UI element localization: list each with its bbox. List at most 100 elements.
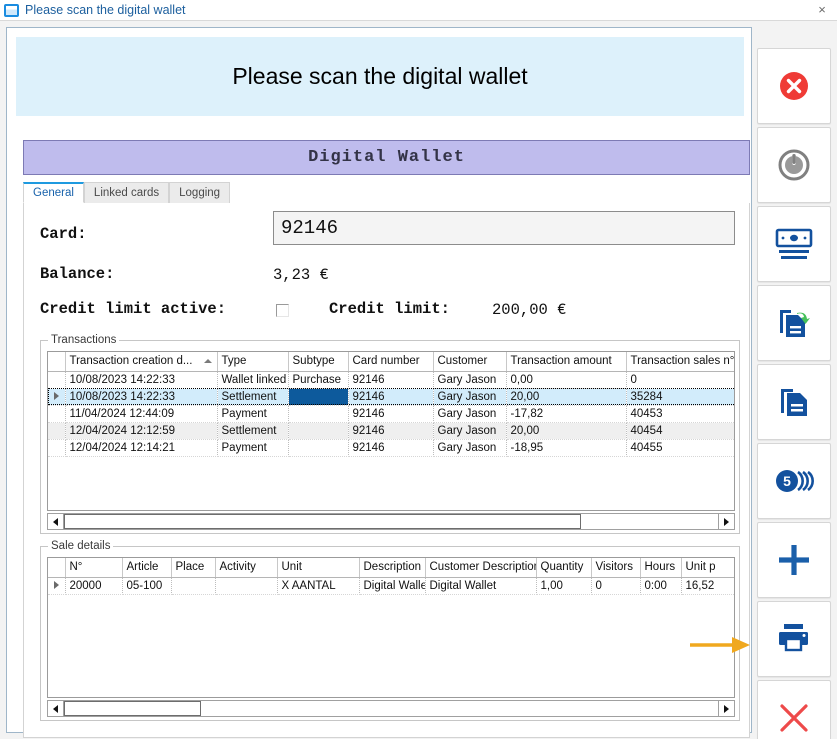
transactions-scroll-thumb[interactable] <box>64 514 581 529</box>
transactions-row[interactable]: 12/04/2024 12:12:59 Settlement 92146 Gary J… <box>48 422 734 440</box>
transactions-cell[interactable]: -17,82 <box>506 405 627 423</box>
transactions-cell[interactable]: Wallet linked <box>217 371 289 389</box>
transactions-cell[interactable]: 20,00 <box>506 388 627 406</box>
transactions-column-header[interactable]: Transaction creation d... <box>65 352 218 372</box>
transactions-cell[interactable]: 0 <box>626 371 734 389</box>
transactions-cell[interactable]: 40454 <box>626 422 734 440</box>
sale-details-cell[interactable] <box>215 577 278 595</box>
transactions-cell[interactable]: Settlement <box>217 388 289 406</box>
transactions-grid[interactable]: Transaction creation d... Type Subtype Card… <box>47 351 735 511</box>
transactions-cell[interactable]: 92146 <box>348 371 434 389</box>
sale-details-column-header[interactable]: Unit <box>277 558 360 578</box>
transactions-cell[interactable]: Gary Jason <box>433 439 507 457</box>
sale-details-cell[interactable]: 16,52 <box>681 577 734 595</box>
transactions-cell[interactable]: Payment <box>217 405 289 423</box>
transactions-row-marker[interactable] <box>48 371 66 389</box>
transactions-column-header[interactable]: Type <box>217 352 289 372</box>
sale-details-cell[interactable]: 20000 <box>65 577 123 595</box>
sale-details-scroll-left-button[interactable] <box>48 701 64 716</box>
loyalty-points-button[interactable]: 5 <box>757 443 831 519</box>
transactions-cell[interactable]: Payment <box>217 439 289 457</box>
transactions-cell[interactable]: Gary Jason <box>433 422 507 440</box>
transactions-cell[interactable]: 0,00 <box>506 371 627 389</box>
transactions-row[interactable]: 10/08/2023 14:22:33 Settlement 92146 Gary J… <box>48 388 734 406</box>
power-button[interactable] <box>757 127 831 203</box>
window-close-button[interactable]: × <box>813 2 831 18</box>
transactions-cell[interactable]: Gary Jason <box>433 405 507 423</box>
transactions-row[interactable]: 10/08/2023 14:22:33 Wallet linked Purchase… <box>48 371 734 389</box>
transactions-cell[interactable] <box>288 422 349 440</box>
transactions-row[interactable]: 11/04/2024 12:44:09 Payment 92146 Gary Jaso… <box>48 405 734 423</box>
transactions-cell[interactable] <box>288 388 349 406</box>
transactions-cell[interactable]: 92146 <box>348 388 434 406</box>
sale-details-scroll-track[interactable] <box>64 701 718 716</box>
transactions-scroll-left-button[interactable] <box>48 514 64 529</box>
transactions-row-marker[interactable] <box>48 388 66 406</box>
sale-details-row-marker[interactable] <box>48 577 66 595</box>
transactions-cell[interactable]: 11/04/2024 12:44:09 <box>65 405 218 423</box>
transactions-row-marker[interactable] <box>48 422 66 440</box>
delete-button[interactable] <box>757 680 831 739</box>
cash-payment-button[interactable] <box>757 206 831 282</box>
sale-details-cell[interactable] <box>171 577 216 595</box>
sale-details-column-header[interactable]: Activity <box>215 558 278 578</box>
sale-details-cell[interactable]: X AANTAL <box>277 577 360 595</box>
sale-details-row[interactable]: 20000 05-100 X AANTAL Digital Wallet Digital… <box>48 577 734 595</box>
sale-details-scroll-thumb[interactable] <box>64 701 202 716</box>
transactions-row[interactable]: 12/04/2024 12:14:21 Payment 92146 Gary Jaso… <box>48 439 734 457</box>
tab-general[interactable]: General <box>23 182 84 203</box>
sale-details-hscrollbar[interactable] <box>47 700 735 717</box>
sale-details-column-header[interactable]: Place <box>171 558 216 578</box>
transactions-cell[interactable]: 10/08/2023 14:22:33 <box>65 388 218 406</box>
sale-details-column-header[interactable]: N° <box>65 558 123 578</box>
transactions-cell[interactable]: 92146 <box>348 405 434 423</box>
sale-details-column-header[interactable]: Visitors <box>591 558 641 578</box>
sale-details-column-header[interactable]: Quantity <box>536 558 592 578</box>
sale-details-cell[interactable]: 05-100 <box>122 577 172 595</box>
sale-details-cell[interactable]: Digital Wallet <box>359 577 426 595</box>
transactions-cell[interactable] <box>288 405 349 423</box>
transactions-cell[interactable] <box>288 439 349 457</box>
transactions-column-header[interactable]: Subtype <box>288 352 349 372</box>
sale-details-column-header[interactable]: Unit p <box>681 558 734 578</box>
print-button[interactable] <box>757 601 831 677</box>
sale-details-scroll-right-button[interactable] <box>718 701 734 716</box>
sale-details-cell[interactable]: 1,00 <box>536 577 592 595</box>
transactions-scroll-right-button[interactable] <box>718 514 734 529</box>
transactions-row-marker[interactable] <box>48 439 66 457</box>
transactions-column-header[interactable]: Customer <box>433 352 507 372</box>
transactions-cell[interactable]: 10/08/2023 14:22:33 <box>65 371 218 389</box>
sale-details-cell[interactable]: 0:00 <box>640 577 682 595</box>
transactions-cell[interactable]: 40455 <box>626 439 734 457</box>
sale-details-cell[interactable]: 0 <box>591 577 641 595</box>
transactions-column-header[interactable]: Transaction amount <box>506 352 627 372</box>
sale-details-column-header[interactable]: Article <box>122 558 172 578</box>
transactions-cell[interactable]: 12/04/2024 12:12:59 <box>65 422 218 440</box>
transactions-cell[interactable]: 92146 <box>348 422 434 440</box>
sale-details-column-header[interactable]: Description <box>359 558 426 578</box>
transactions-cell[interactable]: Purchase <box>288 371 349 389</box>
card-input[interactable]: 92146 <box>273 211 735 245</box>
transactions-hscrollbar[interactable] <box>47 513 735 530</box>
tab-linked-cards[interactable]: Linked cards <box>83 182 170 203</box>
transactions-row-marker[interactable] <box>48 405 66 423</box>
refund-document-button[interactable] <box>757 285 831 361</box>
copy-document-button[interactable] <box>757 364 831 440</box>
transactions-cell[interactable]: Gary Jason <box>433 388 507 406</box>
transactions-cell[interactable]: 92146 <box>348 439 434 457</box>
sale-details-grid[interactable]: N° Article Place Activity Unit Description Cus… <box>47 557 735 698</box>
transactions-cell[interactable]: 40453 <box>626 405 734 423</box>
transactions-cell[interactable]: 12/04/2024 12:14:21 <box>65 439 218 457</box>
credit-limit-active-checkbox[interactable] <box>276 304 289 317</box>
cancel-close-button[interactable] <box>757 48 831 124</box>
sale-details-cell[interactable]: Digital Wallet <box>425 577 537 595</box>
transactions-column-header[interactable]: Transaction sales n° <box>626 352 734 372</box>
add-button[interactable] <box>757 522 831 598</box>
transactions-scroll-track[interactable] <box>64 514 718 529</box>
sale-details-column-header[interactable]: Customer Description <box>425 558 537 578</box>
sale-details-column-header[interactable]: Hours <box>640 558 682 578</box>
transactions-cell[interactable]: -18,95 <box>506 439 627 457</box>
transactions-cell[interactable]: Settlement <box>217 422 289 440</box>
transactions-cell[interactable]: 20,00 <box>506 422 627 440</box>
tab-logging[interactable]: Logging <box>169 182 231 203</box>
